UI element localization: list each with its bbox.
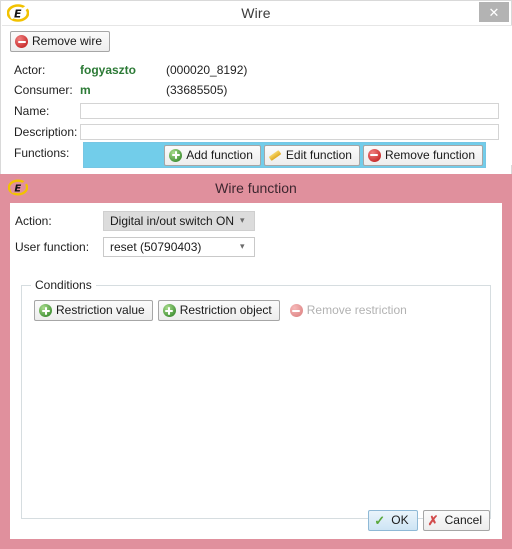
actor-value: fogyaszto bbox=[80, 63, 137, 77]
wire-function-dialog: E Wire function Action: Digital in/out s… bbox=[0, 174, 512, 549]
action-dropdown[interactable]: Digital in/out switch ON ▾ bbox=[103, 211, 255, 231]
name-label: Name: bbox=[14, 104, 50, 118]
ok-button[interactable]: ✓ OK bbox=[368, 510, 418, 531]
dialog-footer: ✓ OK ✗ Cancel bbox=[368, 510, 490, 531]
action-row: Action: Digital in/out switch ON ▾ bbox=[15, 211, 255, 231]
actor-label: Actor: bbox=[14, 63, 46, 77]
user-function-row: User function: reset (50790403) ▾ bbox=[15, 237, 255, 257]
svg-text:E: E bbox=[14, 8, 22, 21]
restriction-object-button[interactable]: Restriction object bbox=[157, 300, 280, 321]
description-label: Description: bbox=[14, 125, 78, 139]
conditions-button-bar: Restriction value Restriction object Rem… bbox=[34, 300, 415, 321]
minus-circle-red-icon bbox=[367, 148, 381, 162]
plus-circle-green-icon bbox=[162, 304, 176, 317]
check-green-icon: ✓ bbox=[374, 513, 386, 528]
action-label: Action: bbox=[15, 214, 52, 228]
user-function-dropdown-value: reset (50790403) bbox=[110, 240, 202, 254]
actor-id: (000020_8192) bbox=[166, 63, 248, 77]
restriction-value-label: Restriction value bbox=[56, 303, 145, 317]
edit-function-label: Edit function bbox=[285, 147, 352, 162]
screen: E Wire ✕ Remove wire Actor: fogyaszto (0… bbox=[0, 0, 512, 549]
app-logo-e-icon: E bbox=[7, 179, 29, 196]
wire-window-title: Wire bbox=[241, 5, 271, 21]
x-red-icon: ✗ bbox=[427, 513, 439, 528]
remove-wire-button-wrap: Remove wire bbox=[10, 31, 111, 52]
chevron-down-icon: ▾ bbox=[240, 241, 245, 251]
minus-circle-red-icon bbox=[15, 35, 28, 48]
wire-titlebar: E Wire ✕ bbox=[1, 1, 511, 25]
cancel-label: Cancel bbox=[444, 513, 482, 527]
edit-function-button[interactable]: Edit function bbox=[263, 144, 360, 166]
cancel-button[interactable]: ✗ Cancel bbox=[422, 510, 490, 531]
wire-function-title: Wire function bbox=[215, 180, 297, 196]
chevron-down-icon: ▾ bbox=[240, 215, 245, 225]
name-input[interactable] bbox=[80, 103, 499, 119]
user-function-label: User function: bbox=[15, 240, 90, 254]
ok-label: OK bbox=[391, 513, 409, 527]
consumer-value: m bbox=[80, 83, 91, 97]
plus-circle-green-icon bbox=[169, 148, 183, 162]
conditions-groupbox: Conditions Restriction value Restriction… bbox=[21, 278, 491, 519]
remove-function-button[interactable]: Remove function bbox=[362, 144, 483, 166]
app-logo-e-icon: E bbox=[6, 4, 30, 22]
remove-wire-label: Remove wire bbox=[32, 34, 103, 48]
remove-wire-button[interactable]: Remove wire bbox=[10, 31, 111, 52]
minus-circle-red-icon bbox=[289, 304, 303, 317]
functions-toolbar-panel: Add function Edit function Remove functi… bbox=[83, 142, 486, 168]
add-function-button[interactable]: Add function bbox=[164, 144, 261, 166]
consumer-row: Consumer: m (33685505) bbox=[2, 80, 512, 100]
description-row: Description: bbox=[2, 122, 512, 142]
functions-label: Functions: bbox=[14, 146, 70, 160]
wire-function-body: Action: Digital in/out switch ON ▾ User … bbox=[10, 203, 502, 539]
name-row: Name: bbox=[2, 101, 512, 121]
conditions-group-title: Conditions bbox=[31, 278, 96, 292]
consumer-label: Consumer: bbox=[14, 83, 73, 97]
description-input[interactable] bbox=[80, 124, 499, 140]
svg-text:E: E bbox=[14, 184, 21, 195]
actor-row: Actor: fogyaszto (000020_8192) bbox=[2, 60, 512, 80]
restriction-value-button[interactable]: Restriction value bbox=[34, 300, 153, 321]
remove-restriction-button: Remove restriction bbox=[285, 300, 415, 321]
consumer-id: (33685505) bbox=[166, 83, 228, 97]
restriction-object-label: Restriction object bbox=[179, 303, 272, 317]
remove-function-label: Remove function bbox=[384, 147, 475, 162]
add-function-label: Add function bbox=[186, 147, 253, 162]
action-dropdown-value: Digital in/out switch ON bbox=[110, 214, 235, 228]
close-icon[interactable]: ✕ bbox=[479, 2, 509, 22]
wire-function-titlebar: E Wire function bbox=[0, 174, 512, 203]
user-function-dropdown[interactable]: reset (50790403) ▾ bbox=[103, 237, 255, 257]
remove-restriction-label: Remove restriction bbox=[306, 303, 407, 317]
pencil-icon bbox=[269, 149, 282, 162]
plus-circle-green-icon bbox=[39, 304, 52, 317]
